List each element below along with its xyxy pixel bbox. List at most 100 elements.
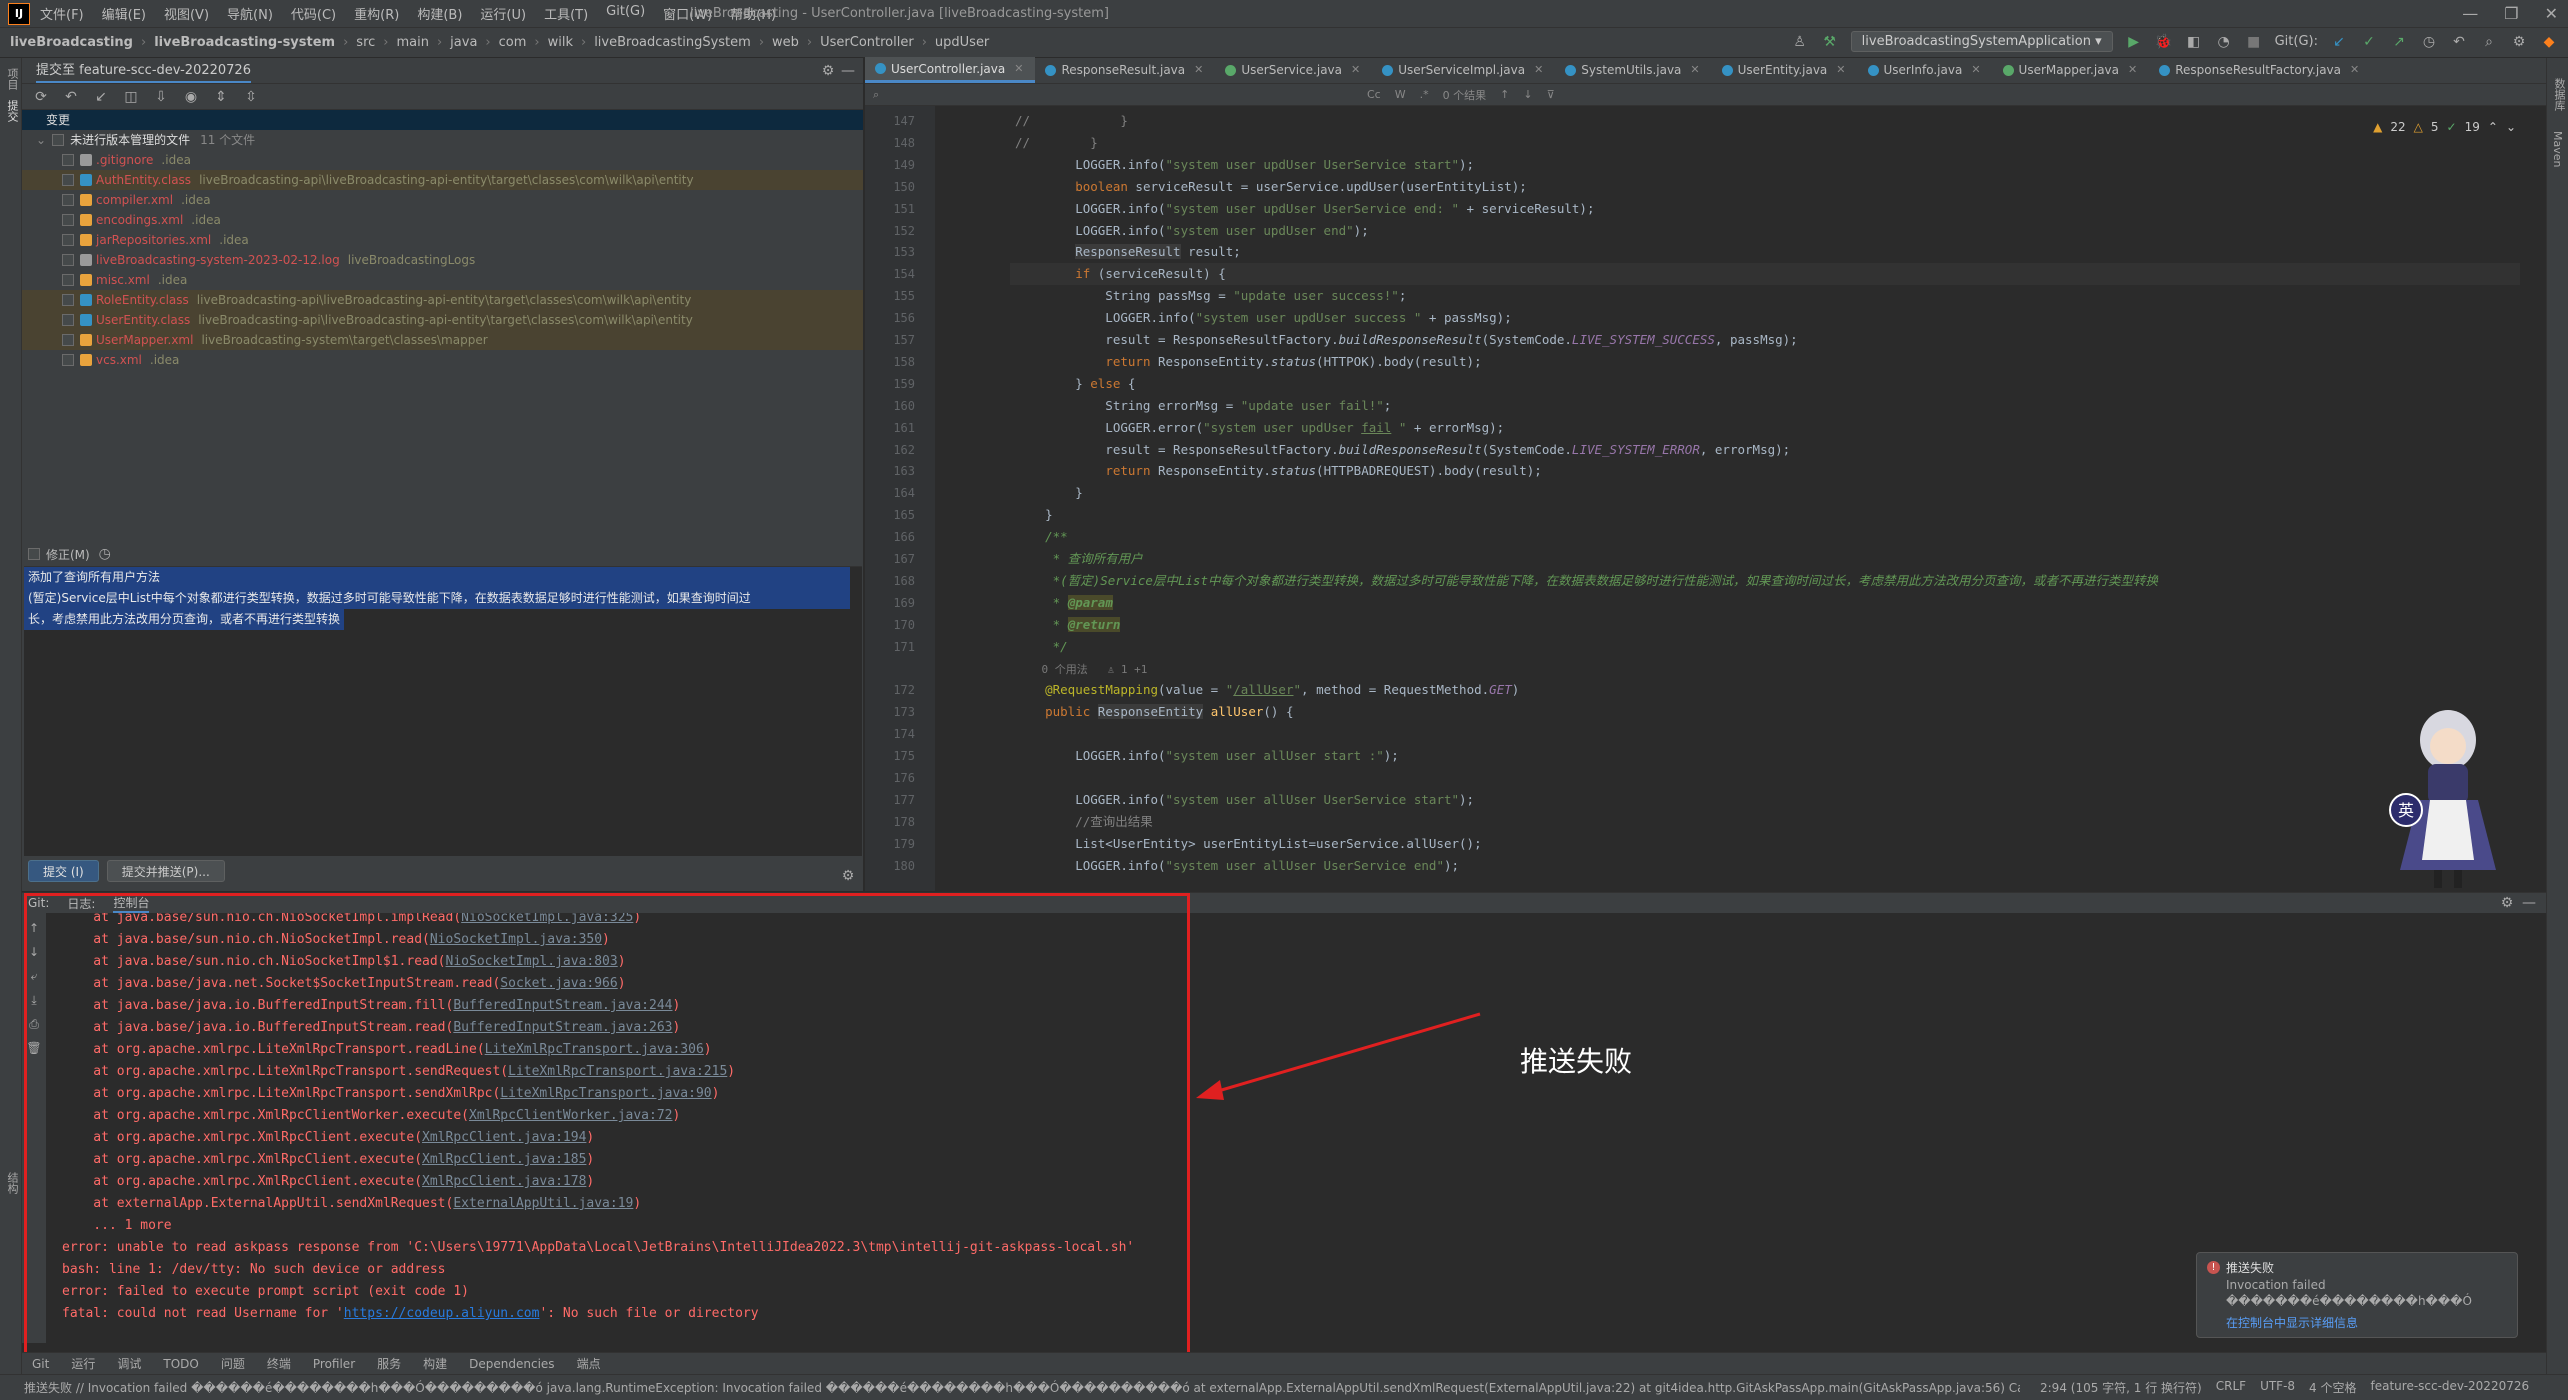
tool-window-button[interactable]: Dependencies	[469, 1357, 554, 1371]
minimize-panel-icon[interactable]: —	[2520, 894, 2538, 912]
close-tab-icon[interactable]: ✕	[1690, 57, 1699, 83]
breadcrumb-item[interactable]: liveBroadcastingSystem	[594, 35, 751, 50]
maven-tool-button[interactable]: Maven	[2551, 131, 2564, 167]
breadcrumb-item[interactable]: UserController	[820, 35, 914, 50]
diff-icon[interactable]: ◫	[122, 88, 140, 106]
changes-group-label[interactable]: 变更	[22, 110, 863, 130]
print-icon[interactable]: ⎙	[25, 1015, 43, 1033]
close-tab-icon[interactable]: ✕	[1534, 57, 1543, 83]
file-row[interactable]: AuthEntity.classliveBroadcasting-api\liv…	[22, 170, 863, 190]
breadcrumb-item[interactable]: wilk	[548, 35, 573, 50]
debug-icon[interactable]: 🐞	[2155, 33, 2173, 51]
shelve-icon[interactable]: ⇩	[152, 88, 170, 106]
tab-git[interactable]: Git:	[28, 896, 49, 910]
editor-tab[interactable]: UserService.java✕	[1215, 57, 1372, 83]
indent-setting[interactable]: 4 个空格	[2309, 1379, 2356, 1396]
minimize-icon[interactable]: —	[2462, 4, 2478, 23]
tool-window-button[interactable]: TODO	[163, 1357, 198, 1371]
git-push-icon[interactable]: ↗	[2390, 33, 2408, 51]
tool-window-button[interactable]: 构建	[423, 1355, 447, 1372]
file-checkbox[interactable]	[62, 354, 74, 366]
collapse-all-icon[interactable]: ⇳	[242, 88, 260, 106]
tool-window-button[interactable]: 调试	[117, 1355, 141, 1372]
group-checkbox[interactable]	[52, 134, 64, 146]
close-tab-icon[interactable]: ✕	[1194, 57, 1203, 83]
menu-item[interactable]: 运行(U)	[480, 4, 526, 23]
commit-options-gear-icon[interactable]: ⚙	[839, 867, 857, 885]
inspection-widget[interactable]: ▲22 △5 ✓19 ⌃ ⌄	[2373, 120, 2516, 134]
breadcrumb-item[interactable]: com	[499, 35, 527, 50]
history-icon[interactable]: ◷	[96, 545, 114, 563]
commit-tool-button[interactable]: 提交	[4, 100, 20, 122]
settings-gear-icon[interactable]: ⚙	[819, 62, 837, 80]
restore-icon[interactable]: ❐	[2504, 4, 2518, 23]
amend-option[interactable]: 修正(M) ◷	[28, 545, 114, 563]
menu-item[interactable]: 代码(C)	[291, 4, 336, 23]
match-case-toggle[interactable]: Cc	[1367, 88, 1381, 101]
git-commit-icon[interactable]: ✓	[2360, 33, 2378, 51]
rollback-icon[interactable]: ↶	[62, 88, 80, 106]
coverage-icon[interactable]: ◧	[2185, 33, 2203, 51]
editor-tab[interactable]: ResponseResultFactory.java✕	[2149, 57, 2371, 83]
tool-window-button[interactable]: 终端	[267, 1355, 291, 1372]
update-icon[interactable]: ↙	[92, 88, 110, 106]
profile-icon[interactable]: ◔	[2215, 33, 2233, 51]
editor-tab[interactable]: UserEntity.java✕	[1712, 57, 1858, 83]
breadcrumb-item[interactable]: updUser	[935, 35, 989, 50]
file-encoding[interactable]: UTF-8	[2260, 1379, 2295, 1396]
breadcrumb-item[interactable]: liveBroadcasting	[10, 35, 133, 50]
commit-message-editor[interactable]: 添加了查询所有用户方法 (暂定)Service层中List中每个对象都进行类型转…	[24, 566, 862, 856]
run-config-select[interactable]: liveBroadcastingSystemApplication ▾	[1851, 31, 2113, 52]
history-icon[interactable]: ◷	[2420, 33, 2438, 51]
breadcrumb-item[interactable]: src	[356, 35, 375, 50]
close-tab-icon[interactable]: ✕	[1836, 57, 1845, 83]
menu-item[interactable]: 构建(B)	[417, 4, 462, 23]
close-tab-icon[interactable]: ✕	[1014, 56, 1023, 82]
git-branch[interactable]: feature-scc-dev-20220726	[2371, 1379, 2530, 1396]
tool-window-button[interactable]: Git	[32, 1357, 49, 1371]
settings-gear-icon[interactable]: ⚙	[2510, 33, 2528, 51]
whole-words-toggle[interactable]: W	[1395, 88, 1406, 101]
menu-item[interactable]: 导航(N)	[227, 4, 273, 23]
editor-tab[interactable]: UserController.java✕	[865, 57, 1035, 83]
database-tool-button[interactable]: 数据库	[2551, 78, 2567, 111]
code-area[interactable]: // }// } LOGGER.info("system user updUse…	[935, 106, 2525, 891]
breadcrumb-item[interactable]: main	[396, 35, 428, 50]
file-row[interactable]: vcs.xml.idea	[22, 350, 863, 370]
regex-toggle[interactable]: .*	[1420, 88, 1429, 101]
editor-tab[interactable]: UserServiceImpl.java✕	[1372, 57, 1555, 83]
breadcrumb-item[interactable]: java	[450, 35, 477, 50]
tool-window-button[interactable]: 端点	[577, 1355, 601, 1372]
menu-item[interactable]: 编辑(E)	[102, 4, 146, 23]
file-checkbox[interactable]	[62, 174, 74, 186]
expand-all-icon[interactable]: ⇕	[212, 88, 230, 106]
menu-item[interactable]: 文件(F)	[40, 4, 84, 23]
file-checkbox[interactable]	[62, 194, 74, 206]
show-details-link[interactable]: 在控制台中显示详细信息	[2226, 1314, 2507, 1331]
file-checkbox[interactable]	[62, 294, 74, 306]
rollback-icon[interactable]: ↶	[2450, 33, 2468, 51]
next-occurrence-icon[interactable]: ↓	[1523, 88, 1532, 101]
breadcrumb-item[interactable]: liveBroadcasting-system	[154, 35, 335, 50]
tool-window-button[interactable]: 问题	[221, 1355, 245, 1372]
line-separator[interactable]: CRLF	[2216, 1379, 2246, 1396]
soft-wrap-icon[interactable]: ⤶	[25, 967, 43, 985]
project-tool-button[interactable]: 项目	[4, 68, 20, 90]
close-tab-icon[interactable]: ✕	[2350, 57, 2359, 83]
tool-window-button[interactable]: Profiler	[313, 1357, 355, 1371]
notification-balloon[interactable]: !推送失败 Invocation failed �������é��������…	[2196, 1252, 2518, 1338]
next-highlight-icon[interactable]: ⌄	[2506, 120, 2516, 134]
clear-icon[interactable]: 🗑	[25, 1039, 43, 1057]
close-tab-icon[interactable]: ✕	[2128, 57, 2137, 83]
refresh-icon[interactable]: ⟳	[32, 88, 50, 106]
commit-button[interactable]: 提交 (I)	[28, 860, 99, 882]
scroll-to-end-icon[interactable]: ⤓	[25, 991, 43, 1009]
file-row[interactable]: compiler.xml.idea	[22, 190, 863, 210]
tool-window-button[interactable]: 运行	[71, 1355, 95, 1372]
stop-icon[interactable]: ■	[2245, 33, 2263, 51]
eye-icon[interactable]: ◉	[182, 88, 200, 106]
file-row[interactable]: jarRepositories.xml.idea	[22, 230, 863, 250]
unversioned-group[interactable]: ⌄ 未进行版本管理的文件 11 个文件	[22, 130, 863, 150]
build-hammer-icon[interactable]: ⚒	[1821, 33, 1839, 51]
git-update-icon[interactable]: ↙	[2330, 33, 2348, 51]
